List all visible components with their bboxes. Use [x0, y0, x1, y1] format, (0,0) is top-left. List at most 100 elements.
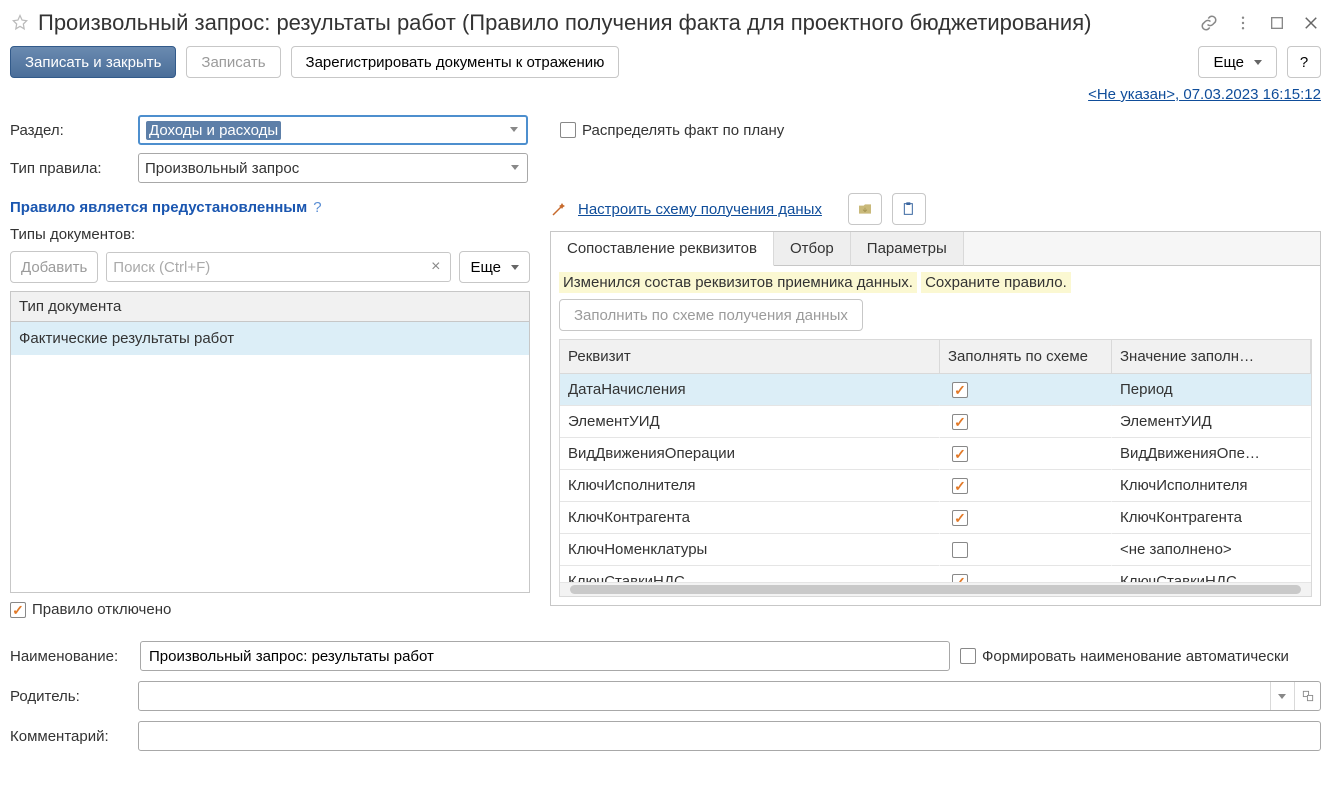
mapping-by-scheme[interactable] — [940, 566, 1112, 582]
search-field[interactable]: Поиск (Ctrl+F) × — [106, 252, 451, 282]
help-button[interactable]: ? — [1287, 46, 1321, 78]
export-button[interactable] — [848, 193, 882, 225]
mapping-attr: ЭлементУИД — [560, 406, 940, 438]
clear-search-icon[interactable]: × — [427, 258, 444, 276]
right-toolbar: Настроить схему получения даных — [550, 193, 1321, 231]
doc-types-body[interactable]: Фактические результаты работ — [11, 322, 529, 592]
doc-types-grid: Тип документа Фактические результаты раб… — [10, 291, 530, 593]
add-button[interactable]: Добавить — [10, 251, 98, 283]
mapping-attr: ВидДвиженияОперации — [560, 438, 940, 470]
kebab-menu-icon[interactable] — [1233, 13, 1253, 33]
autogen-checkbox[interactable] — [960, 648, 976, 664]
more-button[interactable]: Еще — [1198, 46, 1277, 78]
h-scrollbar[interactable] — [560, 582, 1311, 596]
mapping-grid: Реквизит Заполнять по схеме Значение зап… — [559, 339, 1312, 597]
col-value[interactable]: Значение заполн… — [1112, 340, 1311, 374]
mapping-by-scheme[interactable] — [940, 534, 1112, 566]
mapping-checkbox[interactable] — [952, 510, 968, 526]
rule-off-label: Правило отключено — [32, 601, 171, 618]
autogen-row[interactable]: Формировать наименование автоматически — [960, 648, 1289, 665]
mapping-checkbox[interactable] — [952, 542, 968, 558]
section-dropdown[interactable]: Доходы и расходы — [138, 115, 528, 145]
comment-label: Комментарий: — [10, 728, 130, 745]
register-docs-button[interactable]: Зарегистрировать документы к отражению — [291, 46, 620, 78]
favorite-star-icon[interactable] — [10, 13, 30, 33]
predefined-text: Правило является предустановленным — [10, 199, 307, 216]
rule-type-dropdown[interactable]: Произвольный запрос — [138, 153, 528, 183]
paste-button[interactable] — [892, 193, 926, 225]
mapping-row[interactable]: КлючСтавкиНДС КлючСтавкиНДС — [560, 566, 1311, 582]
tab-params[interactable]: Параметры — [851, 232, 964, 266]
mapping-checkbox[interactable] — [952, 414, 968, 430]
mapping-row[interactable]: ДатаНачисленияПериод — [560, 374, 1311, 406]
caret-down-icon — [511, 265, 519, 270]
mapping-checkbox[interactable] — [952, 446, 968, 462]
save-button[interactable]: Записать — [186, 46, 280, 78]
parent-row: Родитель: — [10, 676, 1321, 716]
rule-type-row: Тип правила: Произвольный запрос — [10, 149, 1321, 187]
parent-label: Родитель: — [10, 688, 130, 705]
mapping-by-scheme[interactable] — [940, 406, 1112, 438]
section-selected: Доходы и расходы — [146, 121, 281, 140]
comment-row: Комментарий: — [10, 716, 1321, 756]
doc-type-row[interactable]: Фактические результаты работ — [11, 322, 529, 355]
help-icon[interactable]: ? — [313, 199, 321, 216]
window-header: Произвольный запрос: результаты работ (П… — [10, 10, 1321, 42]
mapping-row[interactable]: ВидДвиженияОперацииВидДвиженияОпе… — [560, 438, 1311, 470]
parent-open-icon[interactable] — [1294, 682, 1320, 710]
search-placeholder: Поиск (Ctrl+F) — [113, 259, 427, 276]
col-by-scheme[interactable]: Заполнять по схеме — [940, 340, 1112, 374]
mapping-checkbox[interactable] — [952, 478, 968, 494]
mapping-head: Реквизит Заполнять по схеме Значение зап… — [560, 340, 1311, 374]
parent-input[interactable] — [145, 682, 1268, 710]
name-row: Наименование: Формировать наименование а… — [10, 636, 1321, 676]
rule-off-checkbox[interactable] — [10, 602, 26, 618]
col-attr[interactable]: Реквизит — [560, 340, 940, 374]
name-field[interactable] — [140, 641, 950, 671]
autogen-label: Формировать наименование автоматически — [982, 648, 1289, 665]
mapping-row[interactable]: КлючКонтрагентаКлючКонтрагента — [560, 502, 1311, 534]
mapping-by-scheme[interactable] — [940, 374, 1112, 406]
tab-mapping[interactable]: Сопоставление реквизитов — [551, 232, 774, 266]
mapping-body[interactable]: ДатаНачисленияПериодЭлементУИДЭлементУИД… — [560, 374, 1311, 582]
status-link[interactable]: <Не указан>, 07.03.2023 16:15:12 — [1088, 86, 1321, 103]
maximize-icon[interactable] — [1267, 13, 1287, 33]
fill-by-scheme-button[interactable]: Заполнить по схеме получения данных — [559, 299, 863, 331]
mapping-by-scheme[interactable] — [940, 470, 1112, 502]
mapping-value: КлючИсполнителя — [1112, 470, 1311, 502]
save-and-close-button[interactable]: Записать и закрыть — [10, 46, 176, 78]
tab-filter[interactable]: Отбор — [774, 232, 851, 266]
mapping-by-scheme[interactable] — [940, 438, 1112, 470]
mapping-row[interactable]: КлючНоменклатуры<не заполнено> — [560, 534, 1311, 566]
mapping-value: КлючСтавкиНДС — [1112, 566, 1311, 582]
warning-2: Сохраните правило. — [921, 272, 1071, 293]
left-panel: Правило является предустановленным ? Тип… — [10, 193, 530, 626]
mapping-by-scheme[interactable] — [940, 502, 1112, 534]
distribute-checkbox[interactable] — [560, 122, 576, 138]
section-label: Раздел: — [10, 122, 130, 139]
tabs: Сопоставление реквизитов Отбор Параметры — [551, 232, 1320, 266]
mapping-attr: КлючСтавкиНДС — [560, 566, 940, 582]
mapping-row[interactable]: КлючИсполнителяКлючИсполнителя — [560, 470, 1311, 502]
right-panel-container: Настроить схему получения даных Сопостав… — [550, 193, 1321, 606]
mapping-row[interactable]: ЭлементУИДЭлементУИД — [560, 406, 1311, 438]
comment-input[interactable] — [145, 722, 1314, 750]
bottom-form: Наименование: Формировать наименование а… — [10, 636, 1321, 756]
mapping-value: КлючКонтрагента — [1112, 502, 1311, 534]
mapping-checkbox[interactable] — [952, 382, 968, 398]
comment-field[interactable] — [138, 721, 1321, 751]
tab-content: Изменился состав реквизитов приемника да… — [551, 266, 1320, 605]
header-icons — [1199, 13, 1321, 33]
warning-1: Изменился состав реквизитов приемника да… — [559, 272, 917, 293]
mapping-checkbox[interactable] — [952, 574, 968, 583]
rule-off-row[interactable]: Правило отключено — [10, 593, 530, 626]
parent-dropdown-icon[interactable] — [1270, 682, 1292, 710]
doc-types-more-button[interactable]: Еще — [459, 251, 530, 283]
link-icon[interactable] — [1199, 13, 1219, 33]
close-icon[interactable] — [1301, 13, 1321, 33]
distribute-check-row[interactable]: Распределять факт по плану — [560, 122, 784, 139]
setup-scheme-link[interactable]: Настроить схему получения даных — [578, 201, 822, 218]
status-line: <Не указан>, 07.03.2023 16:15:12 — [10, 82, 1321, 111]
parent-field[interactable] — [138, 681, 1321, 711]
name-input[interactable] — [147, 642, 943, 670]
